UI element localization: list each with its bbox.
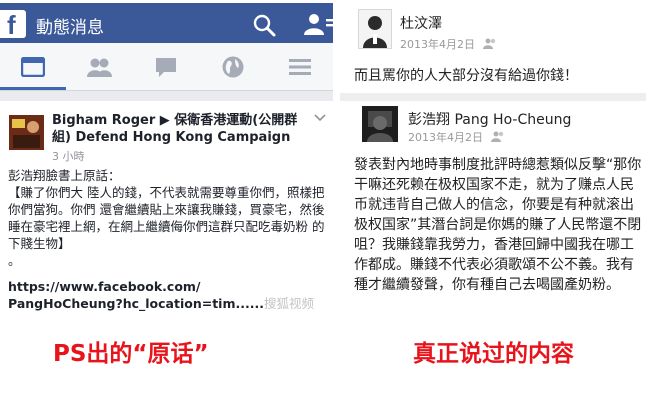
- facebook-nav-bar: [0, 43, 333, 91]
- search-icon[interactable]: [252, 13, 276, 37]
- post-link-text[interactable]: PangHoCheung?hc_location=tim......: [8, 296, 264, 311]
- globe-icon: [222, 56, 244, 77]
- news-feed-icon: [21, 56, 45, 77]
- tab-messages[interactable]: [133, 43, 199, 90]
- menu-icon: [289, 58, 311, 75]
- privacy-icon: [490, 131, 503, 142]
- facebook-post: Bigham Roger ▶ 保衛香港運動(公開群組) Defend Hong …: [0, 101, 333, 315]
- tab-news-feed[interactable]: [0, 43, 66, 90]
- author-name[interactable]: 杜汶澤: [400, 13, 442, 33]
- avatar-image: [362, 106, 398, 142]
- video-watermark: 搜狐视频: [263, 296, 314, 311]
- tab-notifications[interactable]: [200, 43, 266, 90]
- post-link-line-2[interactable]: PangHoCheung?hc_location=tim......搜狐视频: [8, 295, 328, 312]
- facebook-logo-letter: f: [7, 10, 16, 40]
- post-timestamp: 2013年4月2日: [400, 36, 497, 52]
- post-timestamp: 2013年4月2日: [408, 129, 505, 145]
- avatar-image: [359, 10, 391, 48]
- post-author[interactable]: Bigham Roger ▶ 保衛香港運動(公開群組) Defend Hong …: [52, 112, 302, 146]
- avatar[interactable]: [362, 106, 398, 142]
- divider: [340, 93, 646, 101]
- post-body: 而且罵你的人大部分沒有給過你錢！: [354, 68, 578, 84]
- header-title: 動態消息: [36, 18, 104, 38]
- post-timestamp-text: 2013年4月2日: [400, 38, 475, 51]
- post-body: 彭浩翔臉書上原話： 【賺了你們大 陸人的錢，不代表就需要尊重你們，照樣把你們當狗…: [8, 167, 328, 269]
- post-line-2: 【賺了你們大 陸人的錢，不代表就需要尊重你們，照樣把你們當狗。你們 還會繼續貼上…: [8, 185, 325, 251]
- chevron-down-icon[interactable]: [314, 114, 326, 122]
- tab-menu[interactable]: [267, 43, 333, 90]
- post-line-3: 。: [8, 253, 21, 268]
- post-timestamp-text: 2013年4月2日: [408, 131, 483, 144]
- messages-icon: [156, 57, 176, 77]
- post-link[interactable]: https://www.facebook.com/ PangHoCheung?h…: [8, 278, 328, 312]
- friends-icon: [87, 58, 112, 77]
- caption-fabricated: PS出的“原话”: [53, 341, 209, 367]
- author-name[interactable]: 彭浩翔 Pang Ho-Cheung: [408, 109, 571, 129]
- facebook-logo[interactable]: f: [0, 10, 26, 40]
- tab-friends[interactable]: [66, 43, 132, 90]
- fabricated-facebook-screenshot: f 動態消息 Bigham Roger ▶ 保衛香港運動(公開群組) Defen…: [0, 3, 333, 315]
- post-avatar[interactable]: [9, 115, 44, 150]
- post-link-line-1[interactable]: https://www.facebook.com/: [8, 278, 328, 295]
- post-timestamp: 3 小時: [52, 150, 85, 163]
- people-icon[interactable]: [300, 11, 333, 37]
- original-weibo-screenshot: 杜汶澤 2013年4月2日 而且罵你的人大部分沒有給過你錢！ 彭浩翔 Pang …: [340, 3, 646, 315]
- avatar-image: [9, 115, 44, 150]
- post-line-1: 彭浩翔臉書上原話：: [8, 168, 121, 183]
- facebook-top-bar: f 動態消息: [0, 3, 333, 43]
- post-body: 發表對內地時事制度批評時總惹類似反擊“那你干嘛还死赖在极权国家不走，就为了赚点人…: [354, 157, 642, 293]
- avatar[interactable]: [358, 9, 392, 49]
- caption-original: 真正说过的内容: [413, 341, 574, 367]
- privacy-icon: [482, 38, 495, 49]
